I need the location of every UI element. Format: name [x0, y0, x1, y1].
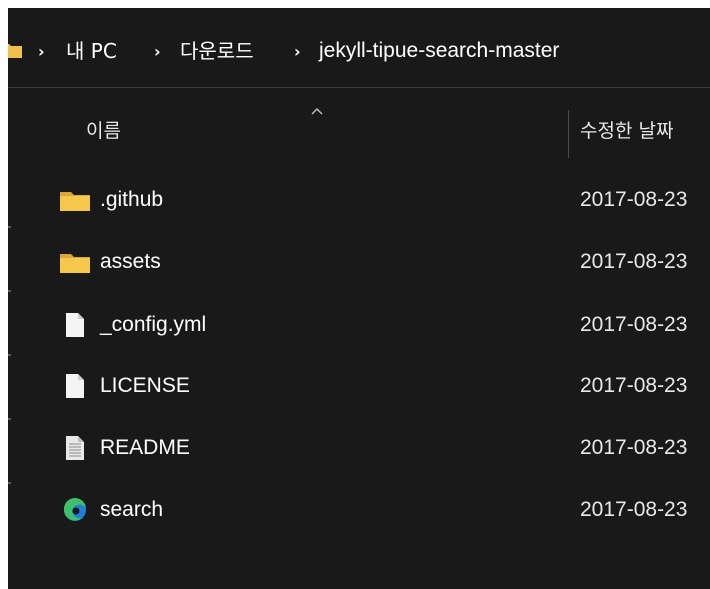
- file-name: LICENSE: [100, 374, 190, 397]
- breadcrumb-separator: ›: [38, 42, 45, 61]
- file-name: _config.yml: [100, 313, 207, 336]
- file-row[interactable]: README 2017-08-23: [8, 428, 710, 468]
- sort-ascending-icon: [311, 107, 323, 115]
- file-date: 2017-08-23: [580, 374, 688, 397]
- file-row[interactable]: search 2017-08-23: [8, 490, 710, 530]
- scroll-tick: [8, 482, 11, 484]
- file-name: search: [100, 498, 164, 521]
- file-date: 2017-08-23: [580, 436, 688, 459]
- file-row[interactable]: _config.yml 2017-08-23: [8, 305, 710, 345]
- breadcrumb-item-this-pc[interactable]: 내 PC: [66, 38, 117, 64]
- breadcrumb-separator: ›: [154, 42, 161, 61]
- column-header-date-modified[interactable]: 수정한 날짜: [580, 118, 673, 144]
- file-icon: [66, 313, 84, 337]
- file-row[interactable]: .github 2017-08-23: [8, 180, 710, 220]
- file-row[interactable]: LICENSE 2017-08-23: [8, 366, 710, 406]
- breadcrumb-separator: ›: [294, 42, 301, 61]
- scroll-tick: [8, 354, 11, 356]
- scroll-tick: [8, 290, 11, 292]
- text-file-icon: [66, 436, 84, 460]
- breadcrumb[interactable]: › 내 PC › 다운로드 › jekyll-tipue-search-mast…: [8, 8, 710, 86]
- file-date: 2017-08-23: [580, 498, 688, 521]
- folder-icon: [60, 192, 90, 211]
- folder-icon: [60, 254, 90, 273]
- folder-icon: [8, 44, 22, 58]
- file-date: 2017-08-23: [580, 188, 688, 211]
- file-date: 2017-08-23: [580, 250, 688, 273]
- divider: [8, 87, 710, 88]
- file-date: 2017-08-23: [580, 313, 688, 336]
- file-name: .github: [100, 188, 164, 211]
- breadcrumb-item-current-folder[interactable]: jekyll-tipue-search-master: [319, 38, 559, 64]
- file-name: README: [100, 436, 190, 459]
- file-name: assets: [100, 250, 161, 273]
- file-row[interactable]: assets 2017-08-23: [8, 242, 710, 282]
- scroll-tick: [8, 418, 11, 420]
- file-explorer-window: › 내 PC › 다운로드 › jekyll-tipue-search-mast…: [8, 8, 710, 589]
- column-divider[interactable]: [568, 110, 569, 158]
- scroll-tick: [8, 226, 11, 228]
- breadcrumb-item-downloads[interactable]: 다운로드: [180, 38, 254, 64]
- edge-icon: [63, 497, 86, 521]
- file-icon: [66, 374, 84, 398]
- column-header-name[interactable]: 이름: [86, 118, 121, 144]
